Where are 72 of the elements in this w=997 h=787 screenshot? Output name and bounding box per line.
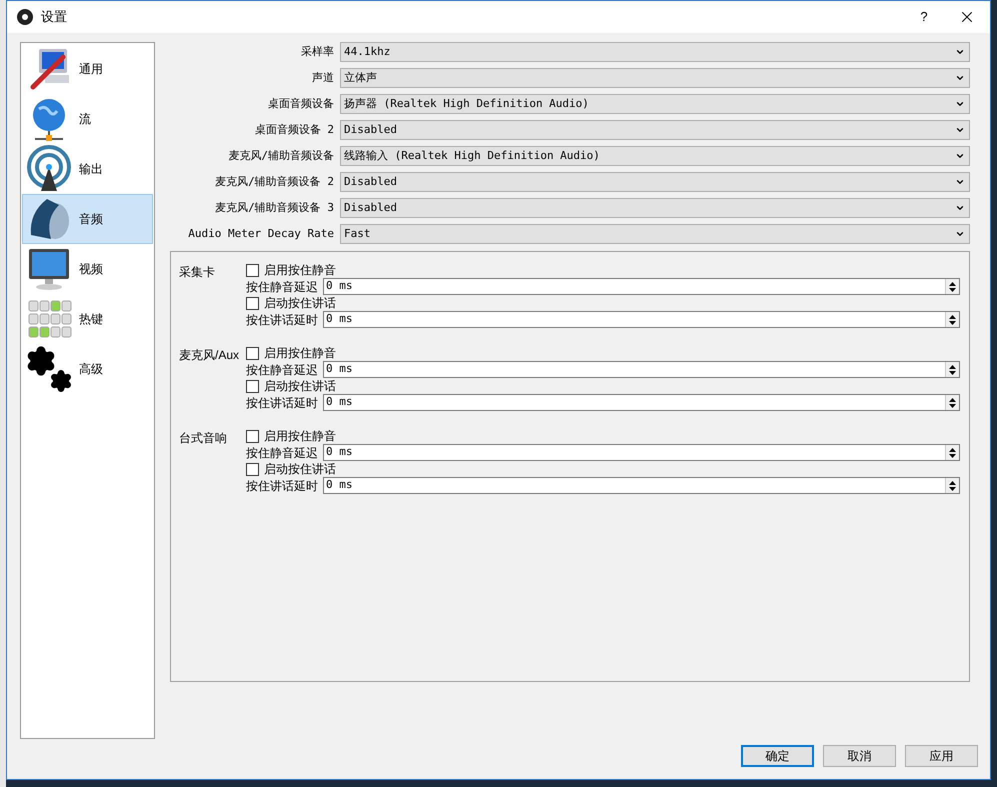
sidebar-item[interactable]: 音频 xyxy=(22,194,153,244)
setting-label: 桌面音频设备 xyxy=(267,96,335,112)
setting-label: 桌面音频设备 2 xyxy=(254,122,335,138)
dialog-button[interactable]: 确定 xyxy=(741,745,814,767)
field-label: 按住讲话延时 xyxy=(246,394,319,412)
dropdown-caret-icon xyxy=(955,125,965,135)
group-label: 采集卡 xyxy=(179,264,216,281)
checkbox[interactable] xyxy=(246,346,259,360)
dropdown[interactable]: 线路输入 (Realtek High Definition Audio) xyxy=(340,146,970,166)
field-label: 按住静音延迟 xyxy=(246,362,319,378)
field-label: 按住讲话延时 xyxy=(246,312,319,328)
dropdown-caret-icon xyxy=(955,73,965,83)
setting-label: 声道 xyxy=(311,70,335,86)
sidebar-item[interactable]: 热键 xyxy=(22,294,153,344)
dropdown[interactable]: 44.1khz xyxy=(340,42,970,62)
group-label: 麦克风/Aux xyxy=(179,347,240,364)
spin-field[interactable]: 0 ms xyxy=(323,278,960,295)
dropdown[interactable]: 扬声器 (Realtek High Definition Audio) xyxy=(340,94,970,114)
setting-label: 麦克风/辅助音频设备 xyxy=(227,148,335,164)
sidebar-item[interactable]: 高级 xyxy=(22,344,153,394)
spin-field[interactable]: 0 ms xyxy=(323,394,960,411)
group-label: 台式音响 xyxy=(179,430,228,447)
setting-label: 采样率 xyxy=(300,44,335,60)
dropdown[interactable]: Disabled xyxy=(340,120,970,140)
dropdown-caret-icon xyxy=(955,203,965,213)
checkbox-label: 启用按住静音 xyxy=(264,345,336,362)
dropdown-caret-icon xyxy=(955,151,965,161)
checkbox-label: 启用按住静音 xyxy=(264,428,336,445)
gears-icon xyxy=(25,345,73,393)
broadcast-antenna-icon xyxy=(25,145,73,193)
sidebar-item[interactable]: 流 xyxy=(22,94,153,144)
field-label: 按住静音延迟 xyxy=(246,444,319,462)
spin-arrows-icon[interactable] xyxy=(945,395,959,410)
dropdown[interactable]: Disabled xyxy=(340,172,970,192)
setting-label: Audio Meter Decay Rate xyxy=(187,226,335,242)
setting-label: 麦克风/辅助音频设备 2 xyxy=(214,174,335,190)
dropdown[interactable]: 立体声 xyxy=(340,68,970,88)
spin-field[interactable]: 0 ms xyxy=(323,444,960,461)
spin-arrows-icon[interactable] xyxy=(945,312,959,327)
checkbox-label: 启动按住讲话 xyxy=(264,295,336,312)
checkbox[interactable] xyxy=(246,380,259,392)
checkbox-label: 启动按住讲话 xyxy=(264,378,336,395)
dropdown-caret-icon xyxy=(955,99,965,109)
dropdown-caret-icon xyxy=(955,47,965,57)
sidebar-item[interactable]: 视频 xyxy=(22,244,153,294)
checkbox-label: 启动按住讲话 xyxy=(264,461,336,478)
checkbox[interactable] xyxy=(246,264,259,276)
spin-arrows-icon[interactable] xyxy=(945,445,959,460)
spin-field[interactable]: 0 ms xyxy=(323,361,960,378)
dialog-button[interactable]: 应用 xyxy=(905,745,978,767)
sidebar-item[interactable]: 通用 xyxy=(22,44,153,94)
spin-field[interactable]: 0 ms xyxy=(323,311,960,328)
checkbox[interactable] xyxy=(246,430,259,442)
field-label: 按住讲话延时 xyxy=(246,478,319,494)
window-title: 设置 xyxy=(41,8,67,26)
checkbox-label: 启用按住静音 xyxy=(264,262,336,279)
setting-label: 麦克风/辅助音频设备 3 xyxy=(214,200,335,216)
spin-arrows-icon[interactable] xyxy=(945,279,959,294)
checkbox[interactable] xyxy=(246,462,259,476)
spin-field[interactable]: 0 ms xyxy=(323,477,960,494)
sidebar-item[interactable]: 输出 xyxy=(22,144,153,194)
dialog-button[interactable]: 取消 xyxy=(823,745,896,767)
dropdown[interactable]: Disabled xyxy=(340,198,970,218)
help-button[interactable]: ? xyxy=(904,7,944,27)
app-logo-icon xyxy=(17,9,33,25)
dropdown-caret-icon xyxy=(955,177,965,187)
spin-arrows-icon[interactable] xyxy=(945,478,959,493)
spin-arrows-icon[interactable] xyxy=(945,362,959,377)
dropdown-caret-icon xyxy=(955,229,965,239)
field-label: 按住静音延迟 xyxy=(246,278,319,296)
dropdown[interactable]: Fast xyxy=(340,224,970,244)
checkbox[interactable] xyxy=(246,296,259,310)
